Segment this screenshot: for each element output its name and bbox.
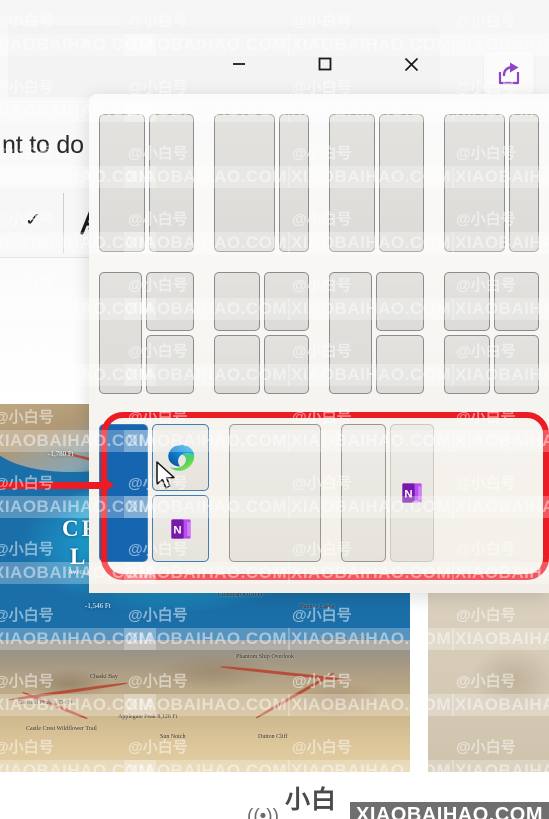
snap-pane-bottom-right[interactable]	[493, 335, 539, 394]
snap-pane-left-empty[interactable]	[341, 424, 386, 562]
snap-pane-right-onenote[interactable]: N	[389, 424, 434, 562]
edge-icon	[168, 444, 194, 471]
snap-pane-narrow-right[interactable]	[509, 114, 539, 252]
snap-option-single-pane-empty[interactable]	[219, 420, 331, 566]
snap-pane-group-right: N	[152, 424, 209, 562]
tell-me-search-text: nt to do	[2, 131, 84, 159]
screenshot-root: nt to do ✓ -1,780 Ft -1,546 Ft CRATER	[0, 0, 549, 819]
minimize-button[interactable]	[217, 45, 261, 83]
ribbon-divider	[63, 193, 64, 253]
snap-option-two-equal-columns[interactable]	[89, 110, 204, 256]
snap-pane-left-tall[interactable]	[329, 272, 372, 394]
snap-pane-group-right	[145, 272, 194, 394]
snap-pane-right-top[interactable]	[145, 272, 194, 331]
snap-pane-top-right[interactable]	[493, 272, 539, 331]
snap-quad-row-bottom	[444, 335, 539, 394]
maximize-icon	[318, 57, 332, 71]
svg-text:N: N	[404, 488, 412, 500]
snap-pane-bottom-left[interactable]	[444, 335, 490, 394]
snap-option-quad-grid-b[interactable]	[434, 268, 549, 398]
snap-pane-big-left[interactable]	[214, 114, 276, 252]
snap-option-two-equal-columns-b[interactable]	[319, 110, 434, 256]
snap-pane-single-empty[interactable]	[229, 424, 321, 562]
snap-option-two-columns-onenote[interactable]: N	[331, 420, 444, 566]
close-button[interactable]	[389, 45, 433, 83]
snap-option-wide-left-narrow-right-b[interactable]	[434, 110, 549, 256]
minimize-icon	[233, 63, 245, 65]
snap-layouts-flyout[interactable]: N N	[89, 94, 549, 593]
share-button[interactable]	[484, 52, 534, 96]
snap-pane-top-left[interactable]	[444, 272, 490, 331]
snap-pane-left[interactable]	[329, 114, 375, 252]
check-icon[interactable]: ✓	[22, 210, 44, 232]
snap-option-wide-left-narrow-right[interactable]	[204, 110, 319, 256]
onenote-icon: N	[402, 483, 422, 503]
snap-pane-bottom-right[interactable]	[263, 335, 309, 394]
snap-pane-right-top-edge[interactable]	[152, 424, 209, 491]
footer-logo-domain: XIAOBAIHAO.COM	[350, 802, 549, 819]
snap-pane-top-left[interactable]	[214, 272, 260, 331]
snap-pane-right-bottom[interactable]	[145, 335, 194, 394]
snap-pane-narrow-right[interactable]	[279, 114, 309, 252]
svg-text:N: N	[173, 524, 181, 536]
snap-pane-bottom-left[interactable]	[214, 335, 260, 394]
footer-logo: ((•)) 小白号 XIAOBAIHAO.COM	[247, 780, 549, 819]
snap-option-left-tall-right-split-apps[interactable]: N	[89, 420, 219, 566]
snap-option-left-tall-right-split-b[interactable]	[319, 268, 434, 398]
snap-pane-right[interactable]	[148, 114, 194, 252]
snap-quad-row-bottom	[214, 335, 309, 394]
snap-option-left-tall-right-split[interactable]	[89, 268, 204, 398]
snap-layout-row-1	[89, 110, 549, 256]
snap-pane-big-left[interactable]	[444, 114, 506, 252]
snap-quad-row-top	[444, 272, 539, 331]
snap-option-quad-grid[interactable]	[204, 268, 319, 398]
snap-pane-top-right[interactable]	[263, 272, 309, 331]
snap-quad-row-top	[214, 272, 309, 331]
snap-pane-group-right	[375, 272, 424, 394]
broadcast-icon: ((•))	[247, 805, 279, 819]
close-icon	[404, 57, 418, 71]
snap-pane-right-bottom[interactable]	[375, 335, 424, 394]
snap-pane-left-tall-active[interactable]	[99, 424, 175, 562]
snap-pane-right-top[interactable]	[375, 272, 424, 331]
footer-logo-cn: 小白号	[284, 785, 337, 814]
snap-layout-row-2	[89, 268, 549, 398]
snap-pane-right-bottom-onenote[interactable]: N	[152, 495, 209, 562]
onenote-icon: N	[171, 518, 191, 539]
snap-layout-row-3-highlighted: N N	[89, 420, 549, 566]
snap-pane-left[interactable]	[99, 114, 145, 252]
maximize-button[interactable]	[303, 45, 347, 83]
snap-pane-right[interactable]	[378, 114, 424, 252]
snap-pane-left-tall[interactable]	[99, 272, 142, 394]
share-icon	[498, 62, 520, 85]
